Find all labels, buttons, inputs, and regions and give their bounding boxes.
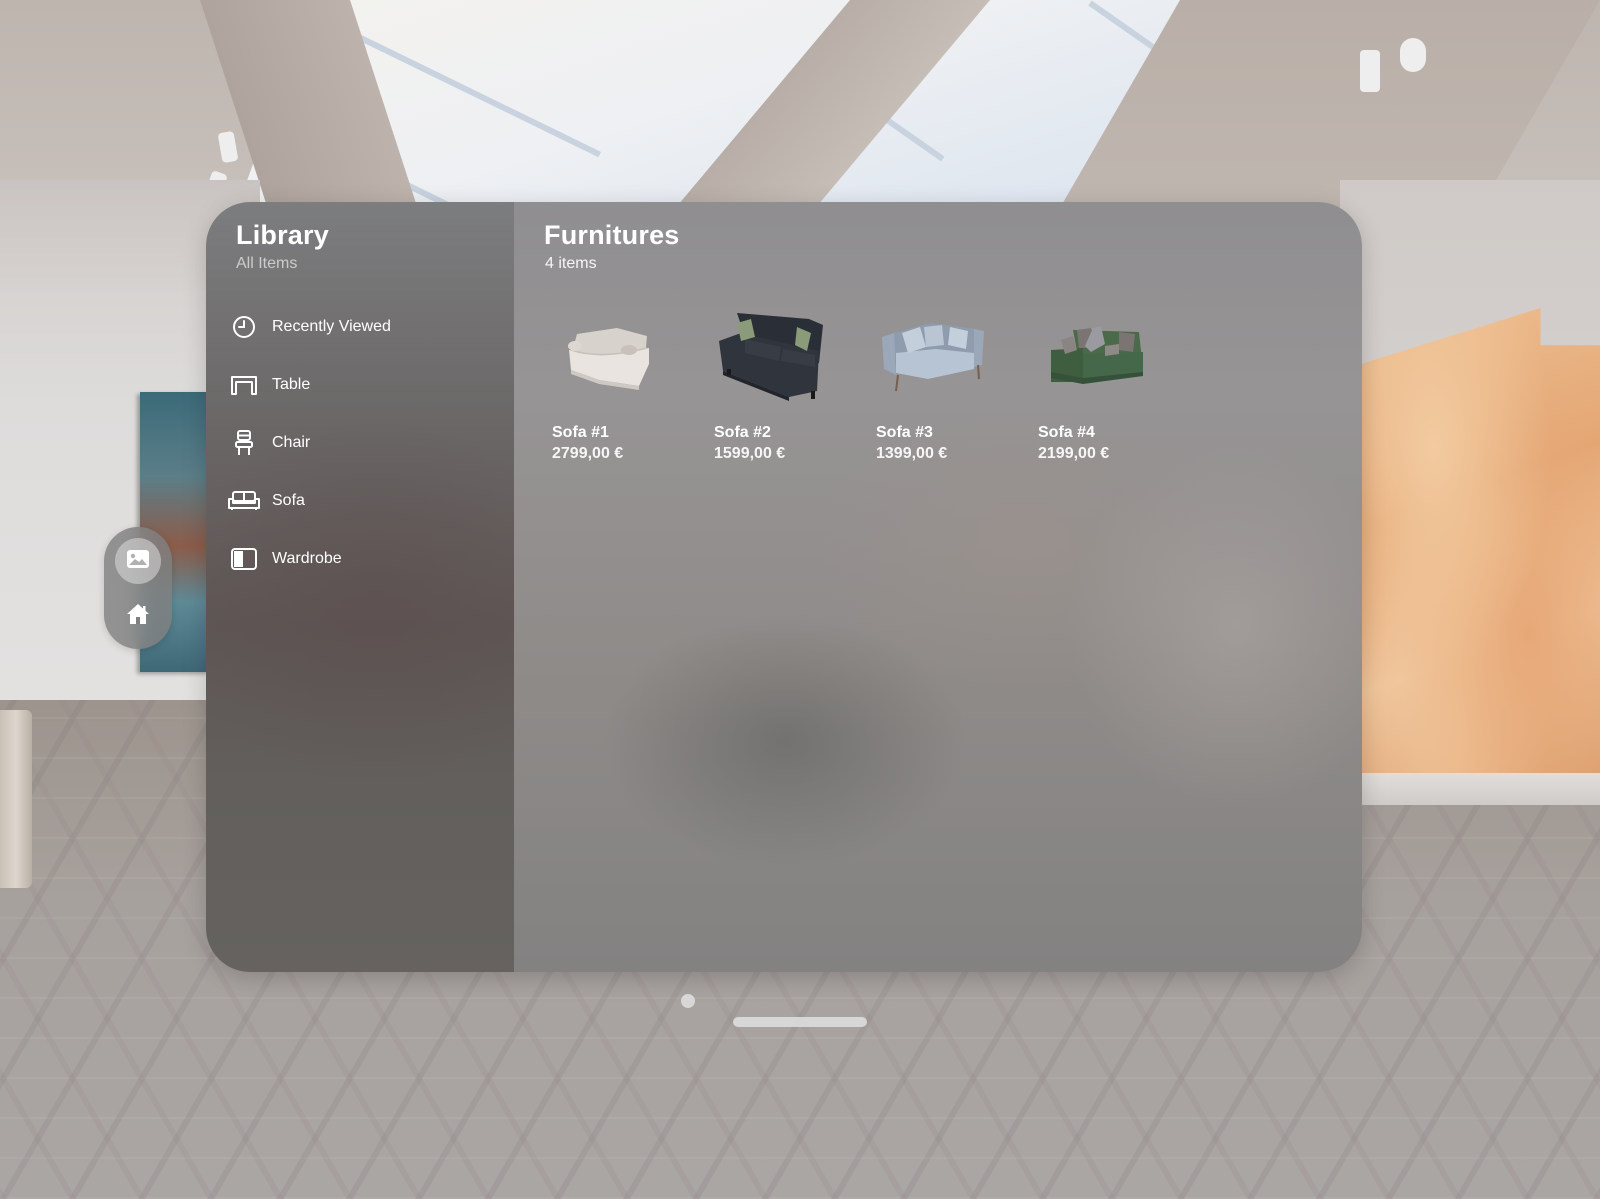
product-price: 2199,00 €	[1038, 445, 1110, 462]
marble-bench	[0, 710, 32, 888]
sofa-1-image	[568, 328, 649, 390]
sidebar-item-sofa[interactable]: Sofa	[206, 472, 514, 530]
sidebar-item-chair[interactable]: Chair	[206, 414, 514, 472]
home-tab-button[interactable]	[115, 593, 161, 639]
gallery-tab-button[interactable]	[115, 538, 161, 584]
sofa-icon	[228, 488, 260, 514]
sidebar-item-label: Table	[272, 376, 311, 393]
product-name: Sofa #2	[714, 424, 771, 441]
sofa-2-image	[719, 313, 823, 401]
sidebar-item-recently-viewed[interactable]: Recently Viewed	[206, 298, 514, 356]
product-card[interactable]: Sofa #1 2799,00 €	[544, 300, 706, 463]
table-icon	[228, 372, 260, 398]
window-move-handle[interactable]	[733, 1017, 867, 1027]
sidebar-item-label: Recently Viewed	[272, 318, 391, 335]
sidebar-item-wardrobe[interactable]: Wardrobe	[206, 530, 514, 588]
product-name: Sofa #3	[876, 424, 933, 441]
product-price: 1399,00 €	[876, 445, 948, 462]
product-name: Sofa #1	[552, 424, 609, 441]
product-thumbnail	[868, 300, 998, 410]
product-thumbnail	[706, 300, 836, 410]
sofa-4-image	[1051, 326, 1143, 384]
product-name: Sofa #4	[1038, 424, 1095, 441]
photo-icon	[126, 549, 150, 574]
sidebar-nav: Recently Viewed Table Chair Sofa Wardrob…	[206, 298, 514, 588]
wardrobe-icon	[228, 546, 260, 572]
sidebar-item-table[interactable]: Table	[206, 356, 514, 414]
product-price: 1599,00 €	[714, 445, 786, 462]
sofa-3-image	[882, 323, 984, 392]
item-count: 4 items	[545, 255, 597, 272]
product-card[interactable]: Sofa #3 1399,00 €	[868, 300, 1030, 463]
sidebar-item-label: Wardrobe	[272, 550, 342, 567]
ornament-tab-bar	[104, 527, 172, 649]
page-title: Furnitures	[544, 220, 680, 250]
sidebar: Library All Items Recently Viewed Table …	[206, 202, 514, 972]
marble-sculpture	[1362, 308, 1600, 773]
product-card[interactable]: Sofa #2 1599,00 €	[706, 300, 868, 463]
sidebar-title: Library	[236, 220, 329, 250]
house-icon	[126, 603, 150, 630]
library-window: Library All Items Recently Viewed Table …	[206, 202, 1362, 972]
sidebar-item-label: Chair	[272, 434, 311, 451]
product-thumbnail	[544, 300, 674, 410]
track-light	[1400, 38, 1426, 72]
clock-icon	[228, 314, 260, 340]
sidebar-subtitle: All Items	[236, 255, 298, 272]
product-thumbnail	[1030, 300, 1160, 410]
chair-icon	[228, 430, 260, 456]
window-close-button[interactable]	[681, 994, 695, 1008]
product-card[interactable]: Sofa #4 2199,00 €	[1030, 300, 1192, 463]
product-grid: Sofa #1 2799,00 € Sofa #2 1599,00 € Sofa…	[544, 300, 1192, 463]
product-price: 2799,00 €	[552, 445, 624, 462]
track-light	[1360, 50, 1380, 92]
sidebar-item-label: Sofa	[272, 492, 305, 509]
content-pane: Furnitures 4 items Sofa #1 2799,00 € Sof…	[514, 202, 1362, 972]
